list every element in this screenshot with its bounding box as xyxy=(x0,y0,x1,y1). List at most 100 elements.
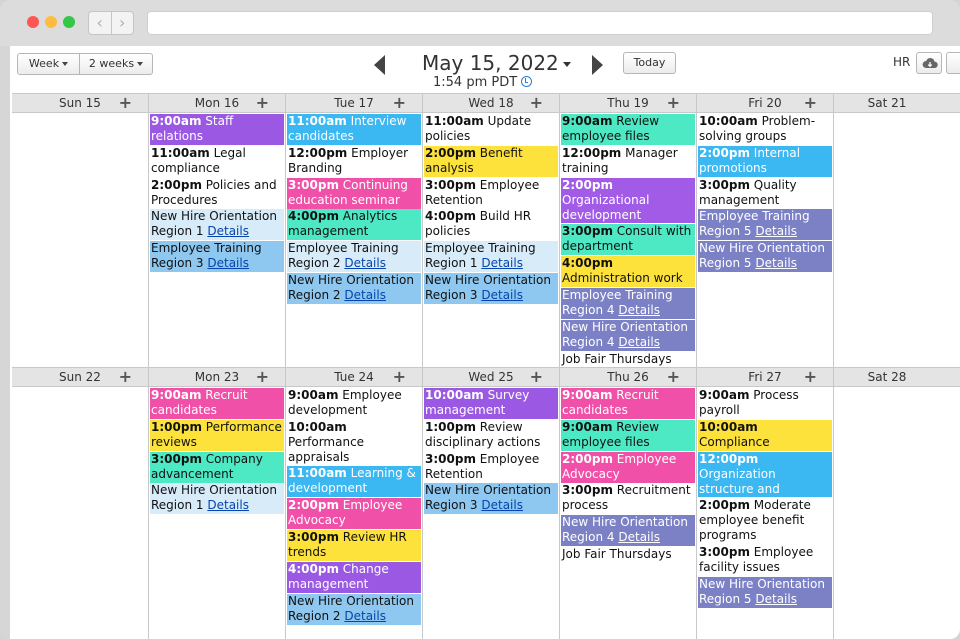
day-cell-mon[interactable]: 9:00am Recruit candidates 1:00pm Perform… xyxy=(149,387,286,639)
event[interactable]: 9:00am Review employee files xyxy=(561,114,695,145)
more-options-button[interactable] xyxy=(946,52,960,74)
previous-period-icon[interactable] xyxy=(374,55,385,75)
day-cell-sat[interactable] xyxy=(834,387,960,639)
add-event-icon[interactable]: + xyxy=(119,93,132,112)
add-event-icon[interactable]: + xyxy=(256,93,269,112)
event[interactable]: 9:00am Review employee files xyxy=(561,420,695,451)
event[interactable]: 2:00pm Internal promotions xyxy=(698,146,832,177)
event[interactable]: 3:00pm Employee facility issues xyxy=(698,545,832,576)
event[interactable]: 11:00am Update policies xyxy=(424,114,558,145)
add-event-icon[interactable]: + xyxy=(804,367,817,386)
details-link[interactable]: Details xyxy=(618,335,660,349)
event[interactable]: 2:00pm Policies and Procedures xyxy=(150,178,284,209)
event[interactable]: 9:00am Recruit candidates xyxy=(150,388,284,419)
details-link[interactable]: Details xyxy=(481,256,523,270)
event[interactable]: 10:00am Performance appraisals xyxy=(287,420,421,465)
add-event-icon[interactable]: + xyxy=(119,367,132,386)
day-cell-sat[interactable] xyxy=(834,113,960,367)
add-event-icon[interactable]: + xyxy=(530,93,543,112)
back-arrow-icon[interactable]: ‹ xyxy=(89,12,112,34)
event[interactable]: 1:00pm Review disciplinary actions xyxy=(424,420,558,451)
details-link[interactable]: Details xyxy=(207,256,249,270)
maximize-window-button[interactable] xyxy=(63,16,75,28)
event[interactable]: New Hire Orientation Region 4 Details xyxy=(561,515,695,546)
add-event-icon[interactable]: + xyxy=(667,367,680,386)
minimize-window-button[interactable] xyxy=(45,16,57,28)
event[interactable]: 9:00am Recruit candidates xyxy=(561,388,695,419)
event[interactable]: 4:00pm Change management xyxy=(287,562,421,593)
event[interactable]: 2:00pm Employee Advocacy xyxy=(561,452,695,483)
event[interactable]: 3:00pm Continuing education seminar xyxy=(287,178,421,209)
day-cell-wed[interactable]: 10:00am Survey management 1:00pm Review … xyxy=(423,387,560,639)
day-cell-fri[interactable]: 10:00am Problem-solving groups 2:00pm In… xyxy=(697,113,834,367)
event[interactable]: Employee Training Region 3 Details xyxy=(150,241,284,272)
event[interactable]: 2:00pm Employee Advocacy xyxy=(287,498,421,529)
day-cell-mon[interactable]: 9:00am Staff relations 11:00am Legal com… xyxy=(149,113,286,367)
event[interactable]: 3:00pm Review HR trends xyxy=(287,530,421,561)
event[interactable]: 11:00am Learning & development xyxy=(287,466,421,497)
event[interactable]: Job Fair Thursdays xyxy=(561,547,695,562)
event[interactable]: 4:00pm Build HR policies xyxy=(424,209,558,240)
forward-arrow-icon[interactable]: › xyxy=(112,12,134,34)
details-link[interactable]: Details xyxy=(618,530,660,544)
event[interactable]: 12:00pmOrganization structure and planni… xyxy=(698,452,832,497)
add-event-icon[interactable]: + xyxy=(667,93,680,112)
details-link[interactable]: Details xyxy=(618,303,660,317)
details-link[interactable]: Details xyxy=(755,256,797,270)
add-event-icon[interactable]: + xyxy=(256,367,269,386)
event[interactable]: New Hire Orientation Region 5 Details xyxy=(698,241,832,272)
event[interactable]: New Hire Orientation Region 2 Details xyxy=(287,594,421,625)
details-link[interactable]: Details xyxy=(207,498,249,512)
event[interactable]: New Hire Orientation Region 4 Details xyxy=(561,320,695,351)
event[interactable]: New Hire Orientation Region 3 Details xyxy=(424,273,558,304)
add-event-icon[interactable]: + xyxy=(530,367,543,386)
two-weeks-view-button[interactable]: 2 weeks xyxy=(80,54,152,74)
add-event-icon[interactable]: + xyxy=(804,93,817,112)
event[interactable]: 11:00am Interview candidates xyxy=(287,114,421,145)
day-cell-thu[interactable]: 9:00am Recruit candidates 9:00am Review … xyxy=(560,387,697,639)
details-link[interactable]: Details xyxy=(344,288,386,302)
event[interactable]: 1:00pm Performance reviews xyxy=(150,420,284,451)
details-link[interactable]: Details xyxy=(755,224,797,238)
add-event-icon[interactable]: + xyxy=(393,367,406,386)
event[interactable]: New Hire Orientation Region 1 Details xyxy=(150,483,284,514)
event[interactable]: 3:00pm Quality management xyxy=(698,178,832,209)
event[interactable]: New Hire Orientation Region 2 Details xyxy=(287,273,421,304)
event[interactable]: 3:00pm Company advancement seminar xyxy=(150,452,284,483)
details-link[interactable]: Details xyxy=(344,609,386,623)
event[interactable]: New Hire Orientation Region 1 Details xyxy=(150,209,284,240)
event[interactable]: 12:00pm Employer Branding xyxy=(287,146,421,177)
details-link[interactable]: Details xyxy=(481,288,523,302)
event[interactable]: 3:00pm Recruitment process xyxy=(561,483,695,514)
event[interactable]: 9:00am Employee development program xyxy=(287,388,421,419)
event[interactable]: Employee Training Region 5 Details xyxy=(698,209,832,240)
event[interactable]: 9:00am Staff relations xyxy=(150,114,284,145)
event[interactable]: 2:00pm Benefit analysis xyxy=(424,146,558,177)
event[interactable]: 4:00pm Analytics management xyxy=(287,209,421,240)
event[interactable]: 9:00am Process payroll xyxy=(698,388,832,419)
event[interactable]: 3:00pm Employee Retention xyxy=(424,178,558,209)
event[interactable]: 2:00pm Moderate employee benefit program… xyxy=(698,498,832,543)
next-period-icon[interactable] xyxy=(592,55,603,75)
event[interactable]: 10:00am Compliance management xyxy=(698,420,832,451)
event[interactable]: 3:00pm Consult with department managers xyxy=(561,224,695,255)
date-title[interactable]: May 15, 2022 xyxy=(422,51,571,75)
day-cell-thu[interactable]: 9:00am Review employee files 12:00pm Man… xyxy=(560,113,697,367)
details-link[interactable]: Details xyxy=(344,256,386,270)
details-link[interactable]: Details xyxy=(207,224,249,238)
day-cell-sun[interactable] xyxy=(12,387,149,639)
day-cell-sun[interactable] xyxy=(12,113,149,367)
address-bar[interactable] xyxy=(147,11,933,35)
day-cell-tue[interactable]: 9:00am Employee development program 10:0… xyxy=(286,387,423,639)
event[interactable]: 10:00am Survey management xyxy=(424,388,558,419)
event[interactable]: Employee Training Region 4 Details xyxy=(561,288,695,319)
event[interactable]: 3:00pm Employee Retention xyxy=(424,452,558,483)
event[interactable]: 11:00am Legal compliance xyxy=(150,146,284,177)
event[interactable]: New Hire Orientation Region 3 Details xyxy=(424,483,558,514)
event[interactable]: Employee Training Region 2 Details xyxy=(287,241,421,272)
week-view-button[interactable]: Week xyxy=(18,54,80,74)
day-cell-wed[interactable]: 11:00am Update policies 2:00pm Benefit a… xyxy=(423,113,560,367)
close-window-button[interactable] xyxy=(27,16,39,28)
details-link[interactable]: Details xyxy=(755,592,797,606)
event[interactable]: 10:00am Problem-solving groups xyxy=(698,114,832,145)
